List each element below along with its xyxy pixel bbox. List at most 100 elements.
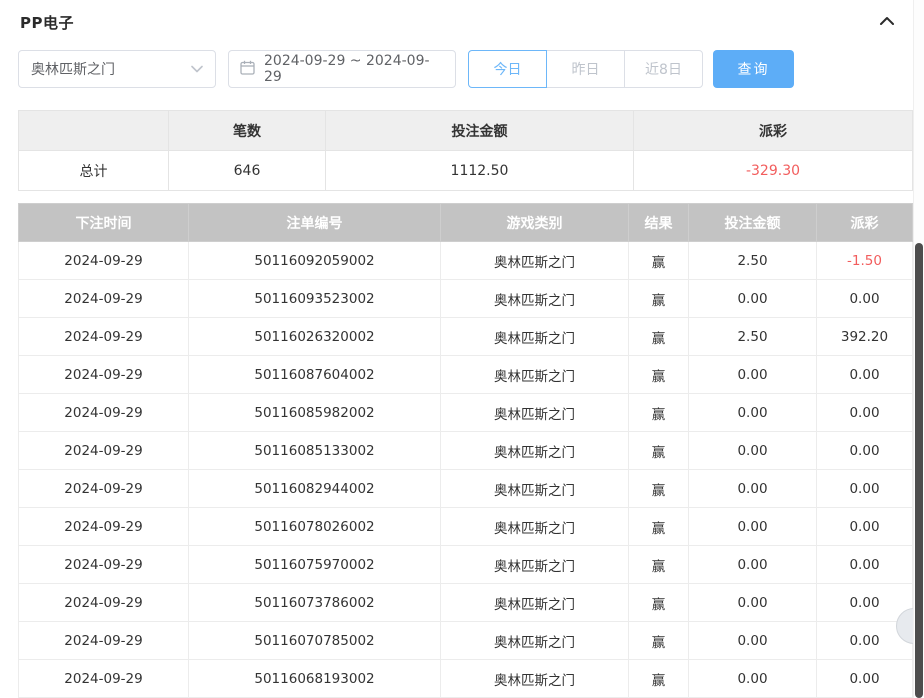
- table-cell: 赢: [628, 469, 689, 508]
- table-cell: 赢: [628, 431, 689, 470]
- table-cell: 2.50: [688, 241, 817, 280]
- table-cell: 0.00: [688, 621, 817, 660]
- table-row: 2024-09-29 50116087604002 奥林匹斯之门赢 0.00 0.00: [18, 355, 913, 394]
- summary-header-row: 笔数 投注金额 派彩: [18, 110, 913, 151]
- table-cell: 奥林匹斯之门: [440, 507, 629, 546]
- game-select[interactable]: 奥林匹斯之门: [18, 50, 216, 88]
- column-header: 派彩: [816, 203, 913, 242]
- table-cell: 50116070785002: [188, 621, 441, 660]
- game-select-value: 奥林匹斯之门: [31, 62, 115, 78]
- table-cell: 0.00: [816, 279, 913, 318]
- table-row: 2024-09-29 50116068193002 奥林匹斯之门赢 0.00 0.00: [18, 659, 913, 698]
- chevron-down-icon: [191, 61, 203, 77]
- table-cell: 50116082944002: [188, 469, 441, 508]
- table-cell: 2024-09-29: [18, 279, 189, 318]
- table-cell: 50116093523002: [188, 279, 441, 318]
- table-cell: 赢: [628, 545, 689, 584]
- table-row: 2024-09-29 50116092059002 奥林匹斯之门赢 2.50 -1.50: [18, 241, 913, 280]
- table-cell: 0.00: [688, 507, 817, 546]
- calendar-icon: [240, 60, 255, 79]
- table-cell: 0.00: [816, 469, 913, 508]
- table-cell: 0.00: [688, 659, 817, 698]
- table-cell: 2024-09-29: [18, 469, 189, 508]
- table-cell: 2024-09-29: [18, 241, 189, 280]
- table-row: 2024-09-29 50116026320002 奥林匹斯之门赢 2.50 392.2…: [18, 317, 913, 356]
- summary-payout: -329.30: [633, 150, 913, 191]
- table-cell: 392.20: [816, 317, 913, 356]
- table-cell: 奥林匹斯之门: [440, 621, 629, 660]
- range-button-last-8-days[interactable]: 近8日: [624, 50, 703, 88]
- table-cell: 奥林匹斯之门: [440, 355, 629, 394]
- summary-column-header: [18, 110, 169, 151]
- summary-total-label: 总计: [18, 150, 169, 191]
- table-row: 2024-09-29 50116073786002 奥林匹斯之门赢 0.00 0.00: [18, 583, 913, 622]
- table-cell: 2024-09-29: [18, 393, 189, 432]
- report-panel: PP电子 奥林匹斯之门 2024-09-29 ~ 2024-09-29 今日 昨日…: [0, 0, 913, 698]
- table-cell: 50116073786002: [188, 583, 441, 622]
- table-cell: 奥林匹斯之门: [440, 279, 629, 318]
- summary-column-header: 投注金额: [325, 110, 634, 151]
- table-cell: 0.00: [688, 355, 817, 394]
- table-cell: 50116085133002: [188, 431, 441, 470]
- table-cell: 2024-09-29: [18, 659, 189, 698]
- table-cell: -1.50: [816, 241, 913, 280]
- main-table-body: 2024-09-29 50116092059002 奥林匹斯之门赢 2.50 -1.50…: [18, 241, 913, 698]
- table-cell: 2024-09-29: [18, 621, 189, 660]
- collapse-button[interactable]: [878, 13, 896, 32]
- table-row: 2024-09-29 50116075970002 奥林匹斯之门赢 0.00 0.00: [18, 545, 913, 584]
- range-button-yesterday[interactable]: 昨日: [546, 50, 625, 88]
- table-cell: 赢: [628, 507, 689, 546]
- summary-column-header: 派彩: [633, 110, 913, 151]
- table-cell: 奥林匹斯之门: [440, 393, 629, 432]
- table-cell: 奥林匹斯之门: [440, 583, 629, 622]
- table-cell: 2.50: [688, 317, 817, 356]
- table-cell: 0.00: [688, 583, 817, 622]
- range-button-today[interactable]: 今日: [468, 50, 547, 88]
- table-row: 2024-09-29 50116085133002 奥林匹斯之门赢 0.00 0.00: [18, 431, 913, 470]
- table-cell: 0.00: [816, 431, 913, 470]
- column-header: 游戏类别: [440, 203, 629, 242]
- table-cell: 赢: [628, 317, 689, 356]
- table-cell: 赢: [628, 583, 689, 622]
- table-cell: 0.00: [688, 431, 817, 470]
- table-row: 2024-09-29 50116085982002 奥林匹斯之门赢 0.00 0.00: [18, 393, 913, 432]
- column-header: 结果: [628, 203, 689, 242]
- table-cell: 奥林匹斯之门: [440, 659, 629, 698]
- summary-bet-amount: 1112.50: [325, 150, 634, 191]
- summary-count: 646: [168, 150, 326, 191]
- panel-header: PP电子: [18, 0, 912, 36]
- table-cell: 0.00: [816, 393, 913, 432]
- chevron-up-icon: [878, 13, 896, 32]
- table-cell: 50116068193002: [188, 659, 441, 698]
- table-cell: 2024-09-29: [18, 507, 189, 546]
- table-cell: 奥林匹斯之门: [440, 545, 629, 584]
- table-cell: 赢: [628, 659, 689, 698]
- date-range-picker[interactable]: 2024-09-29 ~ 2024-09-29: [228, 50, 456, 88]
- table-cell: 50116078026002: [188, 507, 441, 546]
- table-cell: 赢: [628, 393, 689, 432]
- table-cell: 50116092059002: [188, 241, 441, 280]
- table-cell: 0.00: [816, 659, 913, 698]
- column-header: 投注金额: [688, 203, 817, 242]
- table-cell: 0.00: [688, 279, 817, 318]
- column-header: 下注时间: [18, 203, 189, 242]
- table-cell: 0.00: [688, 393, 817, 432]
- scrollbar-thumb[interactable]: [915, 243, 923, 698]
- table-row: 2024-09-29 50116093523002 奥林匹斯之门赢 0.00 0.00: [18, 279, 913, 318]
- page-title: PP电子: [20, 13, 74, 32]
- table-cell: 赢: [628, 279, 689, 318]
- table-cell: 2024-09-29: [18, 317, 189, 356]
- table-cell: 奥林匹斯之门: [440, 431, 629, 470]
- table-cell: 2024-09-29: [18, 355, 189, 394]
- table-cell: 2024-09-29: [18, 545, 189, 584]
- table-cell: 0.00: [816, 545, 913, 584]
- table-cell: 2024-09-29: [18, 583, 189, 622]
- table-cell: 50116026320002: [188, 317, 441, 356]
- filter-row: 奥林匹斯之门 2024-09-29 ~ 2024-09-29 今日 昨日 近8日 查…: [18, 50, 912, 88]
- table-cell: 奥林匹斯之门: [440, 317, 629, 356]
- bets-table: 下注时间 注单编号 游戏类别 结果 投注金额 派彩 2024-09-29 501160920…: [18, 203, 913, 698]
- date-range-value: 2024-09-29 ~ 2024-09-29: [264, 53, 430, 85]
- scrollbar-track[interactable]: [913, 0, 924, 698]
- table-cell: 赢: [628, 241, 689, 280]
- query-button[interactable]: 查询: [713, 50, 794, 88]
